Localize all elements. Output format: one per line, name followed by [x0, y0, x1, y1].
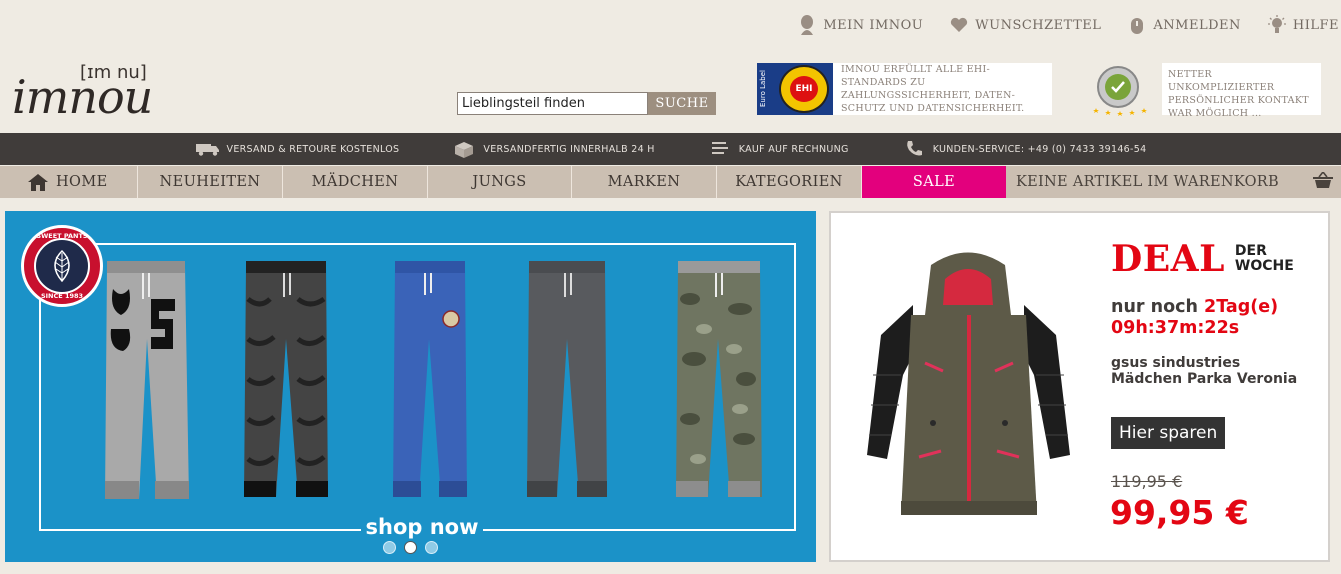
deal-title-small: DER WOCHE: [1235, 244, 1294, 274]
review-quote: NETTER UNKOMPLIZIERTER PERSÖNLICHER KONT…: [1162, 63, 1321, 119]
cart-icon: [1313, 170, 1333, 192]
home-icon: [28, 173, 48, 191]
deal-title-big: DEAL: [1111, 238, 1225, 280]
anmelden-link[interactable]: ANMELDEN: [1127, 14, 1240, 36]
parka-image: [867, 252, 1070, 515]
search-input[interactable]: [457, 92, 648, 115]
new-price: 99,95 €: [1110, 493, 1249, 532]
pants-grey-image: [105, 261, 189, 499]
countdown-prefix: nur noch: [1111, 297, 1205, 317]
old-price: 119,95 €: [1111, 472, 1183, 491]
slider-dot[interactable]: [425, 541, 438, 554]
user-icon: [797, 15, 817, 35]
sweet-pants-logo: SWEET PANTS SINCE 1983: [21, 225, 103, 307]
search-button[interactable]: SUCHE: [648, 92, 716, 115]
countdown-days: 2Tag(e): [1204, 297, 1279, 317]
anmelden-label: ANMELDEN: [1153, 17, 1241, 33]
hilfe-label: HILFE: [1292, 17, 1339, 33]
deal-title-der: DER: [1234, 243, 1267, 259]
deal-title: DEAL DER WOCHE: [1111, 241, 1294, 277]
shop-now-link[interactable]: shop now: [362, 515, 482, 539]
info-versand: VERSAND & RETOURE KOSTENLOS: [195, 140, 400, 158]
info-kundenservice[interactable]: KUNDEN-SERVICE: +49 (0) 7433 39146-54: [901, 140, 1147, 158]
deal-title-woche: WOCHE: [1234, 258, 1294, 274]
cart-summary[interactable]: KEINE ARTIKEL IM WARENKORB: [1006, 166, 1341, 198]
lock-icon: [1127, 15, 1147, 35]
mein-imnou-link[interactable]: MEIN IMNOU: [797, 14, 923, 36]
slider-dot-active[interactable]: [404, 541, 417, 554]
top-links: MEIN IMNOU WUNSCHZETTEL ANMELDEN HILFE: [773, 14, 1341, 36]
invoice-icon: [707, 140, 733, 158]
pants-zebra-image: [244, 261, 328, 497]
ehi-side-label: Euro Label: [759, 70, 767, 107]
review-medal-icon: [1093, 66, 1147, 116]
brand-bottom-text: SINCE 1983: [40, 292, 84, 300]
nav-home-label: HOME: [56, 174, 108, 190]
deal-product-name[interactable]: gsus sindustries Mädchen Parka Veronia: [1111, 355, 1297, 387]
pants-darkgrey-image: [527, 261, 607, 497]
review-trust-badge[interactable]: NETTER UNKOMPLIZIERTER PERSÖNLICHER KONT…: [1086, 63, 1321, 119]
product-brand: gsus sindustries: [1111, 355, 1241, 371]
ehi-seal-icon: Euro Label EHI: [757, 63, 833, 115]
phone-icon: [901, 140, 927, 158]
ehi-description: IMNOU ERFÜLLT ALLE EHI-STANDARDS ZU ZAHL…: [841, 64, 1025, 114]
wunschzettel-label: WUNSCHZETTEL: [975, 17, 1102, 33]
nav-maedchen[interactable]: MÄDCHEN: [283, 166, 428, 198]
wunschzettel-link[interactable]: WUNSCHZETTEL: [949, 14, 1101, 36]
service-info-bar: VERSAND & RETOURE KOSTENLOS VERSANDFERTI…: [0, 133, 1341, 165]
site-logo[interactable]: [ɪm nu] imnou: [12, 60, 222, 120]
leaf-icon: [34, 238, 90, 294]
nav-marken[interactable]: MARKEN: [572, 166, 717, 198]
info-kundenservice-label: KUNDEN-SERVICE: +49 (0) 7433 39146-54: [932, 143, 1147, 155]
nav-sale[interactable]: SALE: [862, 166, 1006, 198]
nav-kategorien[interactable]: KATEGORIEN: [717, 166, 862, 198]
truck-icon: [195, 140, 221, 158]
deal-of-the-week[interactable]: DEAL DER WOCHE nur noch 2Tag(e) 09h:37m:…: [829, 211, 1330, 562]
cart-label: KEINE ARTIKEL IM WARENKORB: [1016, 174, 1279, 190]
logo-wordmark: imnou: [12, 70, 153, 124]
hilfe-link[interactable]: HILFE: [1267, 14, 1339, 36]
main-navigation: HOME NEUHEITEN MÄDCHEN JUNGS MARKEN KATE…: [0, 166, 1341, 198]
info-versandfertig: VERSANDFERTIG INNERHALB 24 H: [451, 140, 654, 158]
nav-home[interactable]: HOME: [0, 166, 138, 198]
pants-blue-image: [393, 261, 467, 497]
product-title: Mädchen Parka Veronia: [1111, 371, 1298, 387]
info-versand-label: VERSAND & RETOURE KOSTENLOS: [226, 143, 400, 155]
hier-sparen-button[interactable]: Hier sparen: [1111, 417, 1226, 449]
ehi-trust-badge[interactable]: Euro Label EHI IMNOU ERFÜLLT ALLE EHI-ST…: [757, 63, 1052, 115]
heart-icon: [949, 15, 969, 35]
search-form: SUCHE: [457, 92, 716, 115]
slider-dot[interactable]: [383, 541, 396, 554]
info-rechnung-label: KAUF AUF RECHNUNG: [738, 143, 849, 155]
nav-neuheiten[interactable]: NEUHEITEN: [138, 166, 283, 198]
info-rechnung: KAUF AUF RECHNUNG: [707, 140, 849, 158]
lightbulb-icon: [1267, 15, 1287, 35]
nav-jungs[interactable]: JUNGS: [428, 166, 572, 198]
info-versandfertig-label: VERSANDFERTIG INNERHALB 24 H: [483, 143, 655, 155]
countdown-time: 09h:37m:22s: [1111, 318, 1240, 338]
pants-camo-image: [676, 261, 762, 497]
ehi-seal-label: EHI: [790, 76, 818, 102]
deal-countdown: nur noch 2Tag(e) 09h:37m:22s: [1111, 297, 1278, 339]
mein-imnou-label: MEIN IMNOU: [823, 17, 924, 33]
hero-banner[interactable]: SWEET PANTS SINCE 1983 shop now: [5, 211, 816, 562]
brand-top-text: SWEET PANTS: [36, 232, 88, 240]
box-icon: [451, 140, 477, 158]
slider-dots: [383, 541, 446, 554]
